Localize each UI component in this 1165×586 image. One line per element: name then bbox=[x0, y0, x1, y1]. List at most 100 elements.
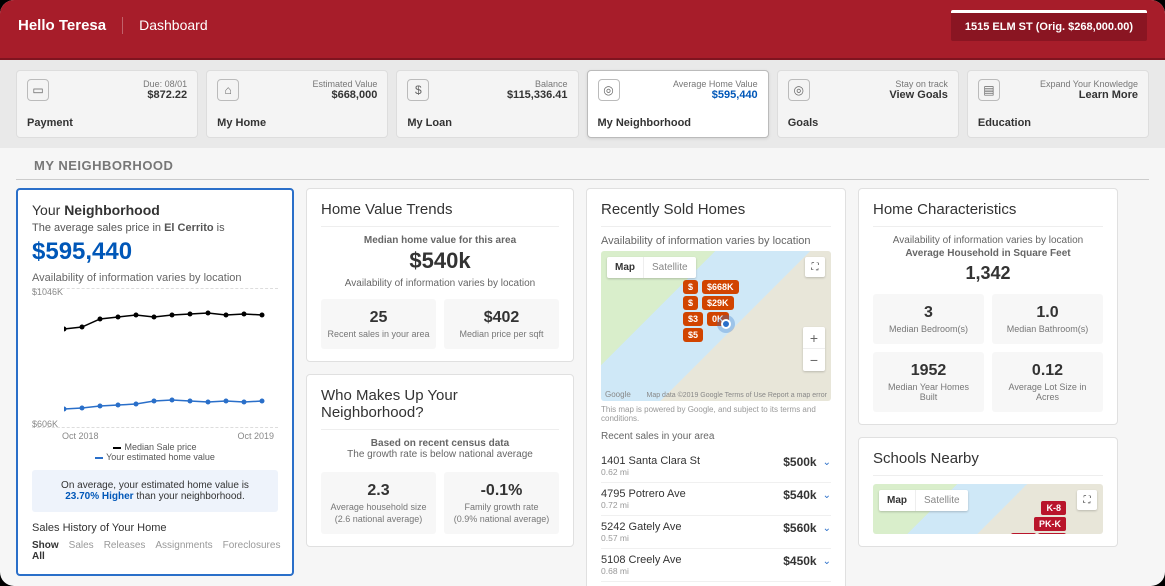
stat-bedrooms: 3Median Bedroom(s) bbox=[873, 294, 984, 344]
sale-price: $500k bbox=[783, 455, 816, 469]
section-title: MY NEIGHBORHOOD bbox=[16, 148, 1149, 180]
chevron-down-icon[interactable]: ⌄ bbox=[823, 556, 831, 567]
your-neighborhood-panel: Your Neighborhood The average sales pric… bbox=[16, 188, 294, 576]
rsh-title: Recently Sold Homes bbox=[601, 201, 831, 218]
map-tab-satellite[interactable]: Satellite bbox=[643, 257, 696, 278]
greeting: Hello Teresa bbox=[18, 17, 123, 34]
card-my-neighborhood[interactable]: ◎ Average Home Value$595,440 My Neighbor… bbox=[587, 70, 769, 138]
card-val: Learn More bbox=[1040, 89, 1138, 101]
hvt-median: $540k bbox=[321, 248, 559, 274]
yn-avg-price: $595,440 bbox=[32, 238, 278, 266]
target-icon: ◎ bbox=[788, 79, 810, 101]
trend-chart: $1046K $606K Oct 2018 Oct 2019 bbox=[32, 288, 278, 428]
zoom-out-button[interactable]: − bbox=[803, 349, 825, 371]
who-title: Who Makes Up Your Neighborhood? bbox=[321, 387, 559, 421]
yn-sub: The average sales price in El Cerrito is bbox=[32, 222, 278, 234]
x-end: Oct 2019 bbox=[237, 431, 274, 441]
comparison-callout: On average, your estimated home value is… bbox=[32, 470, 278, 512]
doc-icon: $ bbox=[407, 79, 429, 101]
card-my-home[interactable]: ⌂ Estimated Value$668,000 My Home bbox=[206, 70, 388, 138]
card-sub: Due: 08/01 bbox=[143, 79, 187, 89]
hc-sub1: Availability of information varies by lo… bbox=[873, 235, 1103, 246]
home-value-trends-panel: Home Value Trends Median home value for … bbox=[306, 188, 574, 362]
card-sub: Expand Your Knowledge bbox=[1040, 79, 1138, 89]
stat-year-built: 1952Median Year Homes Built bbox=[873, 352, 984, 412]
map-type-toggle: Map Satellite bbox=[607, 257, 696, 278]
fullscreen-icon[interactable]: ⛶ bbox=[1077, 490, 1097, 510]
map-zoom: + − bbox=[803, 327, 825, 371]
page-title: Dashboard bbox=[123, 17, 208, 33]
map-tab-satellite[interactable]: Satellite bbox=[915, 490, 968, 511]
chevron-down-icon[interactable]: ⌄ bbox=[823, 490, 831, 501]
map-logo: Google bbox=[605, 390, 631, 399]
sale-price: $560k bbox=[783, 521, 816, 535]
card-label: Goals bbox=[788, 117, 948, 129]
stat-household-size: 2.3Average household size(2.6 national a… bbox=[321, 472, 436, 534]
card-my-loan[interactable]: $ Balance$115,336.41 My Loan bbox=[396, 70, 578, 138]
who-panel: Who Makes Up Your Neighborhood? Based on… bbox=[306, 374, 574, 547]
map-pins: $$668K $$29K $30K $5 bbox=[681, 279, 741, 343]
tab-releases[interactable]: Releases bbox=[104, 540, 146, 562]
your-location-pin bbox=[721, 319, 731, 329]
card-val: $668,000 bbox=[312, 89, 377, 101]
sales-history-tabs: Show All Sales Releases Assignments Fore… bbox=[32, 540, 278, 562]
line-chart-svg bbox=[64, 289, 274, 429]
sale-address: 4795 Potrero Ave bbox=[601, 488, 686, 500]
recently-sold-panel: Recently Sold Homes Availability of info… bbox=[586, 188, 846, 586]
sale-distance: 0.68 mi bbox=[601, 566, 682, 576]
yn-title: Your Neighborhood bbox=[32, 202, 278, 218]
card-label: My Neighborhood bbox=[598, 117, 758, 129]
card-label: My Home bbox=[217, 117, 377, 129]
schools-map-toggle: Map Satellite bbox=[879, 490, 968, 511]
who-sub2: The growth rate is below national averag… bbox=[321, 449, 559, 460]
card-sub: Average Home Value bbox=[673, 79, 758, 89]
topbar: Hello Teresa Dashboard 1515 ELM ST (Orig… bbox=[0, 0, 1165, 50]
schools-map[interactable]: Map Satellite ⛶ K-8 PK-K K-89-12 bbox=[873, 484, 1103, 534]
x-start: Oct 2018 bbox=[62, 431, 99, 441]
sale-distance: 0.72 mi bbox=[601, 500, 686, 510]
card-icon: ▭ bbox=[27, 79, 49, 101]
tab-assignments[interactable]: Assignments bbox=[155, 540, 212, 562]
card-sub: Stay on track bbox=[889, 79, 948, 89]
sales-map[interactable]: Map Satellite ⛶ + − $$668K $$29K $30K $5… bbox=[601, 251, 831, 401]
card-payment[interactable]: ▭ Due: 08/01$872.22 Payment bbox=[16, 70, 198, 138]
card-val: $872.22 bbox=[143, 89, 187, 101]
hvt-sub1: Median home value for this area bbox=[321, 235, 559, 246]
card-education[interactable]: ▤ Expand Your KnowledgeLearn More Educat… bbox=[967, 70, 1149, 138]
map-tab-map[interactable]: Map bbox=[607, 257, 643, 278]
zoom-in-button[interactable]: + bbox=[803, 327, 825, 349]
stat-lot-size: 0.12Average Lot Size in Acres bbox=[992, 352, 1103, 412]
sale-row: 5108 Creely Ave0.68 mi$450k⌄ bbox=[601, 549, 831, 582]
accent-bar bbox=[0, 50, 1165, 60]
stat-bathrooms: 1.0Median Bathroom(s) bbox=[992, 294, 1103, 344]
hvt-sub2: Availability of information varies by lo… bbox=[321, 278, 559, 289]
recent-sales-label: Recent sales in your area bbox=[601, 431, 831, 442]
who-sub1: Based on recent census data bbox=[321, 438, 559, 449]
tab-sales[interactable]: Sales bbox=[69, 540, 94, 562]
sale-price: $540k bbox=[783, 488, 816, 502]
card-label: Payment bbox=[27, 117, 187, 129]
y-min: $606K bbox=[32, 419, 58, 429]
stat-recent-sales: 25Recent sales in your area bbox=[321, 299, 436, 349]
chevron-down-icon[interactable]: ⌄ bbox=[823, 523, 831, 534]
sale-distance: 0.62 mi bbox=[601, 467, 700, 477]
sale-row: 5242 Gately Ave0.57 mi$560k⌄ bbox=[601, 516, 831, 549]
map-tab-map[interactable]: Map bbox=[879, 490, 915, 511]
card-goals[interactable]: ◎ Stay on trackView Goals Goals bbox=[777, 70, 959, 138]
sale-address: 5242 Gately Ave bbox=[601, 521, 682, 533]
chevron-down-icon[interactable]: ⌄ bbox=[823, 457, 831, 468]
fullscreen-icon[interactable]: ⛶ bbox=[805, 257, 825, 277]
rsh-sub: Availability of information varies by lo… bbox=[601, 235, 831, 247]
home-characteristics-panel: Home Characteristics Availability of inf… bbox=[858, 188, 1118, 425]
schools-title: Schools Nearby bbox=[873, 450, 1103, 467]
tab-show-all[interactable]: Show All bbox=[32, 540, 59, 562]
sale-address: 1401 Santa Clara St bbox=[601, 455, 700, 467]
address-pill[interactable]: 1515 ELM ST (Orig. $268,000.00) bbox=[951, 10, 1147, 41]
stat-growth-rate: -0.1%Family growth rate(0.9% national av… bbox=[444, 472, 559, 534]
hc-title: Home Characteristics bbox=[873, 201, 1103, 218]
sales-history-title: Sales History of Your Home bbox=[32, 522, 278, 534]
kpi-cards: ▭ Due: 08/01$872.22 Payment ⌂ Estimated … bbox=[0, 60, 1165, 148]
tab-foreclosures[interactable]: Foreclosures bbox=[223, 540, 281, 562]
hvt-title: Home Value Trends bbox=[321, 201, 559, 218]
y-max: $1046K bbox=[32, 287, 63, 297]
